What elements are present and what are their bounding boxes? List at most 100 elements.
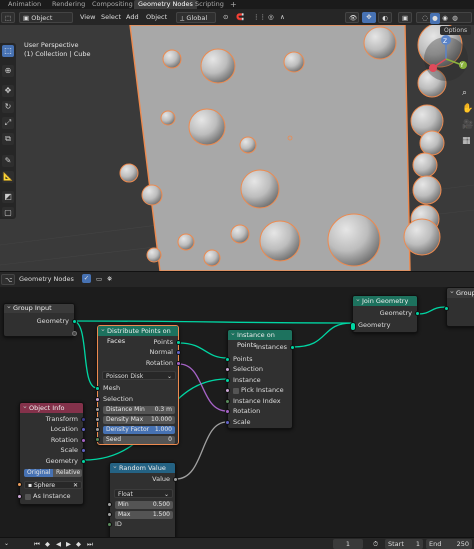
3d-viewport[interactable]: Z Y User Perspective (1) Collection | Cu… [0, 25, 474, 271]
distribute-method-dropdown[interactable]: Poisson Disk ⌄ [102, 371, 176, 380]
distribute-rotation-socket[interactable] [176, 361, 181, 366]
as-instance-socket[interactable] [17, 494, 22, 499]
density-max-field[interactable]: Density Max 10.000 [103, 416, 175, 424]
random-min-socket[interactable] [107, 502, 112, 507]
pivot-icon[interactable]: ⊙ [220, 12, 231, 23]
editor-type-icon[interactable]: ⬚ [1, 12, 15, 23]
tab-geometry-nodes[interactable]: Geometry Nodes [134, 0, 197, 9]
overlay-toggle-icon[interactable]: ◐ [378, 12, 392, 23]
menu-select[interactable]: Select [98, 12, 124, 23]
wireframe-shading-icon[interactable]: ◌ [420, 13, 430, 24]
instance-index-socket[interactable] [225, 399, 230, 404]
prev-keyframe-icon[interactable]: ◆ [45, 539, 50, 549]
material-shading-icon[interactable]: ◉ [440, 13, 450, 24]
transform-icon[interactable]: ⧉ [2, 133, 14, 145]
jump-end-icon[interactable]: ⏭ [87, 539, 93, 549]
pan-hand-icon[interactable]: ✋ [462, 104, 473, 114]
group-input-node[interactable]: Group Input Geometry [3, 302, 77, 337]
move-icon[interactable]: ✥ [2, 85, 14, 97]
current-frame-field[interactable]: 1 [333, 539, 363, 549]
pick-instance-checkbox[interactable] [233, 388, 239, 394]
distance-min-socket[interactable] [95, 407, 100, 412]
tab-scripting[interactable]: Scripting [191, 0, 228, 9]
density-max-socket[interactable] [95, 417, 100, 422]
preview-range-icon[interactable]: ⏱ [373, 539, 378, 549]
instance-selection-socket[interactable] [225, 367, 230, 372]
distance-min-field[interactable]: Distance Min 0.3 m [103, 406, 175, 414]
next-keyframe-icon[interactable]: ◆ [76, 539, 81, 549]
distribute-normal-socket[interactable] [176, 350, 181, 355]
random-max-field[interactable]: Max 1.500 [115, 511, 173, 519]
extra-tool-icon[interactable]: ▢ [2, 207, 14, 217]
object-info-transform-socket[interactable] [81, 417, 86, 422]
random-value-output-socket[interactable] [173, 477, 178, 482]
end-frame-field[interactable]: End 250 [426, 539, 472, 549]
relative-toggle[interactable]: Relative [53, 469, 82, 477]
camera-view-icon[interactable]: 🎥 [462, 120, 473, 130]
rotate-icon[interactable]: ↻ [2, 101, 14, 113]
object-info-location-socket[interactable] [81, 427, 86, 432]
object-info-geometry-socket[interactable] [81, 459, 86, 464]
distribute-points-node[interactable]: Distribute Points on Faces Points Normal… [95, 324, 181, 445]
group-input-geometry-socket[interactable] [72, 319, 77, 324]
join-geometry-node[interactable]: Join Geometry Geometry Geometry [350, 294, 420, 333]
menu-object[interactable]: Object [143, 12, 170, 23]
tab-animation[interactable]: Animation [4, 0, 45, 9]
menu-view[interactable]: View [77, 12, 98, 23]
random-type-dropdown[interactable]: Float ⌄ [114, 489, 173, 498]
tab-compositing[interactable]: Compositing [88, 0, 137, 9]
instance-scale-socket[interactable] [225, 420, 230, 425]
group-input-empty-socket[interactable] [72, 331, 77, 336]
add-workspace-button[interactable]: + [226, 0, 241, 9]
xray-toggle-icon[interactable]: ▣ [398, 12, 412, 23]
density-factor-field[interactable]: Density Factor 1.000 [103, 426, 175, 434]
playback-dropdown-icon[interactable]: ⌄ [4, 539, 9, 549]
random-id-socket[interactable] [107, 522, 112, 527]
distribute-selection-socket[interactable] [95, 397, 100, 402]
distribute-mesh-socket[interactable] [95, 386, 100, 391]
distribute-points-socket[interactable] [176, 340, 181, 345]
join-geometry-input-socket[interactable] [350, 322, 356, 331]
seed-socket[interactable] [95, 437, 100, 442]
random-min-field[interactable]: Min 0.500 [115, 501, 173, 509]
object-info-node[interactable]: Object Info Transform Location Rotation … [17, 401, 86, 505]
as-instance-checkbox[interactable] [25, 494, 31, 500]
add-cube-icon[interactable]: ◩ [2, 191, 14, 203]
random-max-socket[interactable] [107, 512, 112, 517]
proportional-edit-icon[interactable]: ◎ [265, 12, 277, 23]
node-editor-canvas[interactable]: Group Input Geometry Distribute Points o… [0, 287, 474, 537]
node-editor-name[interactable]: Geometry Nodes [16, 274, 77, 285]
instance-instances-socket[interactable] [290, 345, 295, 350]
instance-points-socket[interactable] [225, 357, 230, 362]
falloff-icon[interactable]: ∧ [277, 12, 288, 23]
play-reverse-icon[interactable]: ◀ [56, 539, 61, 549]
zoom-icon[interactable]: ⌕ [462, 88, 467, 98]
select-box-icon[interactable]: ⬚ [2, 45, 14, 57]
scale-icon[interactable]: ⤢ [2, 117, 14, 129]
solid-shading-icon[interactable]: ● [430, 13, 440, 24]
join-geometry-output-socket[interactable] [415, 311, 420, 316]
start-frame-field[interactable]: Start 1 [385, 539, 423, 549]
density-factor-socket[interactable] [95, 427, 100, 432]
tab-rendering[interactable]: Rendering [48, 0, 89, 9]
options-button[interactable]: Options [440, 26, 472, 35]
object-info-object-socket[interactable] [17, 482, 22, 487]
snap-icon[interactable]: 🧲 [233, 12, 247, 23]
annotate-icon[interactable]: ✎ [2, 155, 14, 167]
instance-on-points-node[interactable]: Instance on Points Instances Points Sele… [225, 328, 295, 429]
pin-icon[interactable]: ⛯ [104, 274, 115, 285]
seed-field[interactable]: Seed 0 [103, 436, 175, 444]
gizmo-toggle-icon[interactable]: ✥ [362, 12, 376, 23]
menu-add[interactable]: Add [123, 12, 142, 23]
random-value-node[interactable]: Random Value Value Float⌄ Min0.500 Max1.… [107, 461, 178, 537]
instance-rotation-socket[interactable] [225, 409, 230, 414]
transform-orientation-dropdown[interactable]: ⟂ Global [176, 12, 216, 23]
object-mode-dropdown[interactable]: ▣ Object Mode⌄ [19, 12, 73, 33]
close-icon[interactable]: ✕ [73, 482, 78, 490]
jump-start-icon[interactable]: ⏮ [34, 539, 40, 549]
checkbox-icon[interactable]: ✓ [82, 274, 91, 283]
play-icon[interactable]: ▶ [66, 539, 71, 549]
object-picker-field[interactable]: ▪ Sphere ✕ [24, 481, 82, 489]
node-editor-type-icon[interactable]: ⌥ [1, 274, 15, 285]
measure-icon[interactable]: 📐 [2, 171, 14, 183]
